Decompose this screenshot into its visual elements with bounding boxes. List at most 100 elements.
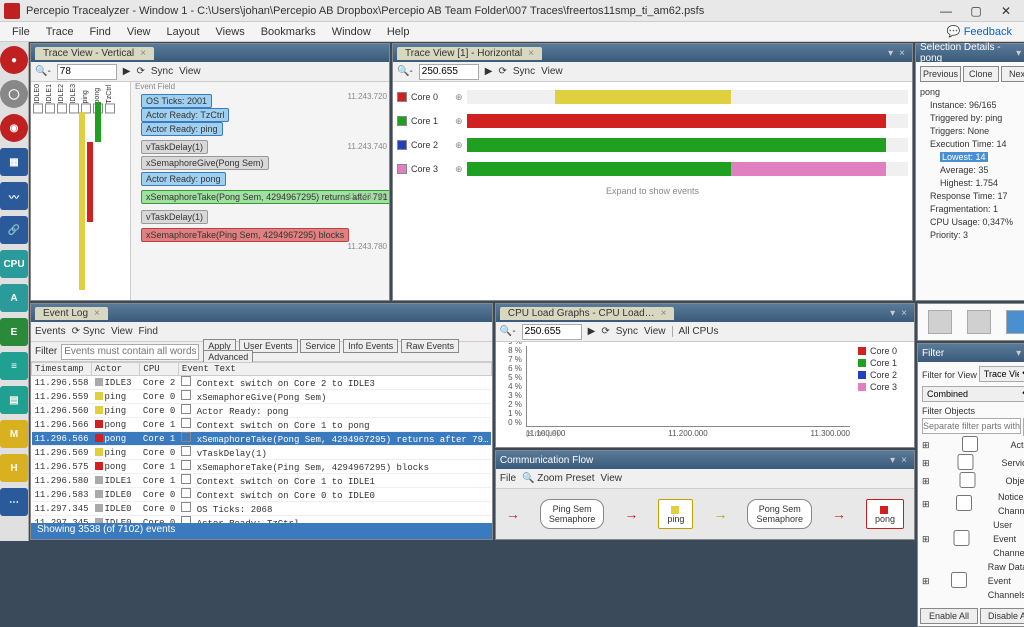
view-menu[interactable]: View: [644, 326, 666, 337]
table-row[interactable]: 11.297.345IDLE0Core 0 Actor Ready: TzCtr…: [32, 516, 492, 524]
core-row[interactable]: Core 2⊕: [397, 134, 908, 156]
tab-event-log[interactable]: Event Log×: [35, 307, 108, 320]
close-icon[interactable]: ×: [94, 308, 100, 319]
tab-cpu-load[interactable]: CPU Load Graphs - CPU Load…×: [500, 307, 675, 320]
record-icon[interactable]: ●: [0, 46, 28, 74]
panel-close-icon[interactable]: ×: [896, 48, 908, 59]
filter-input[interactable]: [61, 344, 199, 360]
column-header[interactable]: Event Text: [178, 363, 491, 376]
flow-node-ping[interactable]: ping: [658, 499, 693, 529]
sync-label[interactable]: Sync: [513, 66, 535, 77]
filter-checkbox[interactable]: [933, 530, 991, 546]
filter-mode-select[interactable]: Combined: [922, 386, 1024, 402]
zoom-input[interactable]: [522, 324, 582, 340]
zoom-out-icon[interactable]: 🔍-: [397, 66, 413, 77]
menu-trace[interactable]: Trace: [38, 24, 82, 40]
trace-tracks[interactable]: IDLE0IDLE1IDLE2IDLE3pingpongTzCtrl: [31, 82, 131, 300]
menu-help[interactable]: Help: [379, 24, 418, 40]
expand-icon[interactable]: ⊕: [455, 140, 463, 151]
close-icon[interactable]: ×: [661, 308, 667, 319]
more-icon[interactable]: ⋯: [0, 488, 28, 516]
stack-icon[interactable]: ▤: [0, 386, 28, 414]
filter-checkbox[interactable]: [933, 454, 999, 470]
table-row[interactable]: 11.296.569pingCore 0 vTaskDelay(1): [32, 446, 492, 460]
layout-icon-3[interactable]: [1006, 310, 1024, 334]
filter-view-select[interactable]: Trace View: [979, 366, 1024, 382]
stop-icon[interactable]: ◯: [0, 80, 28, 108]
sync-label[interactable]: Sync: [151, 66, 173, 77]
tree-node[interactable]: Triggered by: ping: [920, 112, 1024, 125]
table-row[interactable]: 11.296.559pingCore 0 xSemaphoreGive(Pong…: [32, 390, 492, 404]
zoom-out-icon[interactable]: 🔍-: [500, 326, 516, 337]
toolbar-view[interactable]: View: [111, 326, 133, 337]
view-grid-icon[interactable]: ▦: [0, 148, 28, 176]
clone-button[interactable]: Clone: [963, 66, 999, 82]
flow-node-pong-sem[interactable]: Pong Sem Semaphore: [747, 499, 812, 529]
filter-tree[interactable]: ⊞ Actors⊞ Services⊞ Objects⊞ Notice Chan…: [922, 436, 1024, 602]
expand-events-hint[interactable]: Expand to show events: [397, 182, 908, 200]
column-header[interactable]: Actor: [92, 363, 140, 376]
menu-views[interactable]: Views: [208, 24, 253, 40]
filter-checkbox[interactable]: [933, 572, 985, 588]
table-row[interactable]: 11.296.560pingCore 0 Actor Ready: pong: [32, 404, 492, 418]
close-button[interactable]: ✕: [992, 2, 1020, 20]
tree-node[interactable]: Priority: 3: [920, 229, 1024, 242]
core-row[interactable]: Core 3⊕: [397, 158, 908, 180]
sync-icon[interactable]: ⟳: [498, 66, 506, 77]
trace-events-area[interactable]: Event Field OS Ticks: 2001Actor Ready: T…: [131, 82, 389, 300]
filter-service-button[interactable]: Service: [300, 339, 340, 353]
details-tree[interactable]: pongInstance: 96/165Triggered by: pingTr…: [920, 86, 1024, 242]
actor-icon[interactable]: A: [0, 284, 28, 312]
heap-icon[interactable]: H: [0, 454, 28, 482]
zoom-in-icon[interactable]: ▶: [588, 326, 596, 337]
tree-node[interactable]: Execution Time: 14: [920, 138, 1024, 151]
tree-node[interactable]: CPU Usage: 0,347%: [920, 216, 1024, 229]
table-row[interactable]: 11.296.566pongCore 1 xSemaphoreTake(Pong…: [32, 432, 492, 446]
enable-all-button[interactable]: Enable All: [920, 608, 978, 624]
comm-flow-canvas[interactable]: → Ping Sem Semaphore → ping → Pong Sem S…: [496, 489, 914, 539]
event-log-table[interactable]: TimestampActorCPUEvent Text 11.296.558ID…: [31, 362, 492, 523]
list-icon[interactable]: ≡: [0, 352, 28, 380]
maximize-button[interactable]: ▢: [962, 2, 990, 20]
tree-node[interactable]: Average: 35: [920, 164, 1024, 177]
panel-menu-icon[interactable]: ▾: [1013, 348, 1024, 359]
tree-node[interactable]: Triggers: None: [920, 125, 1024, 138]
filter-info-events-button[interactable]: Info Events: [343, 339, 398, 353]
filter-tree-item[interactable]: ⊞ Actors: [922, 436, 1024, 454]
toolbar-find[interactable]: Find: [138, 326, 157, 337]
flow-node-pong[interactable]: pong: [866, 499, 904, 529]
toolbar-sync[interactable]: ⟳ Sync: [72, 326, 105, 337]
zoom-in-icon[interactable]: ▶: [485, 66, 493, 77]
view-menu[interactable]: View: [179, 66, 201, 77]
tree-node[interactable]: Response Time: 17: [920, 190, 1024, 203]
panel-close-icon[interactable]: ×: [898, 455, 910, 466]
trace-horizontal-body[interactable]: Core 0⊕Core 1⊕Core 2⊕Core 3⊕Expand to sh…: [393, 82, 912, 300]
table-row[interactable]: 11.296.583IDLE0Core 0 Context switch on …: [32, 488, 492, 502]
layout-icon-2[interactable]: [967, 310, 991, 334]
view-link-icon[interactable]: 🔗: [0, 216, 28, 244]
tab-trace-vertical[interactable]: Trace View - Vertical×: [35, 47, 154, 60]
trace-event-label[interactable]: Actor Ready: TzCtrl: [141, 108, 229, 122]
trace-event-label[interactable]: Actor Ready: pong: [141, 172, 226, 186]
flow-node-ping-sem[interactable]: Ping Sem Semaphore: [540, 499, 605, 529]
expand-icon[interactable]: ⊕: [455, 116, 463, 127]
toolbar-zoom-preset[interactable]: 🔍 Zoom Preset: [522, 473, 594, 484]
view-wave-icon[interactable]: 〰: [0, 182, 28, 210]
feedback-link[interactable]: 💬 Feedback: [939, 23, 1020, 40]
zoom-input[interactable]: [57, 64, 117, 80]
table-row[interactable]: 11.296.558IDLE3Core 2 Context switch on …: [32, 376, 492, 390]
panel-menu-icon[interactable]: ▾: [887, 455, 898, 466]
capture-icon[interactable]: ◉: [0, 114, 28, 142]
minimize-button[interactable]: —: [932, 2, 960, 20]
filter-checkbox[interactable]: [933, 436, 1008, 452]
cpu-icon[interactable]: CPU: [0, 250, 28, 278]
view-menu[interactable]: View: [541, 66, 563, 77]
trace-event-label[interactable]: OS Ticks: 2001: [141, 94, 212, 108]
expand-icon[interactable]: ⊕: [455, 92, 463, 103]
table-row[interactable]: 11.296.575pongCore 1 xSemaphoreTake(Ping…: [32, 460, 492, 474]
filter-checkbox[interactable]: [933, 472, 1003, 488]
filter-tree-item[interactable]: ⊞ Services: [922, 454, 1024, 472]
menu-view[interactable]: View: [119, 24, 159, 40]
toolbar-view[interactable]: View: [601, 473, 623, 484]
next-button[interactable]: Next: [1001, 66, 1024, 82]
